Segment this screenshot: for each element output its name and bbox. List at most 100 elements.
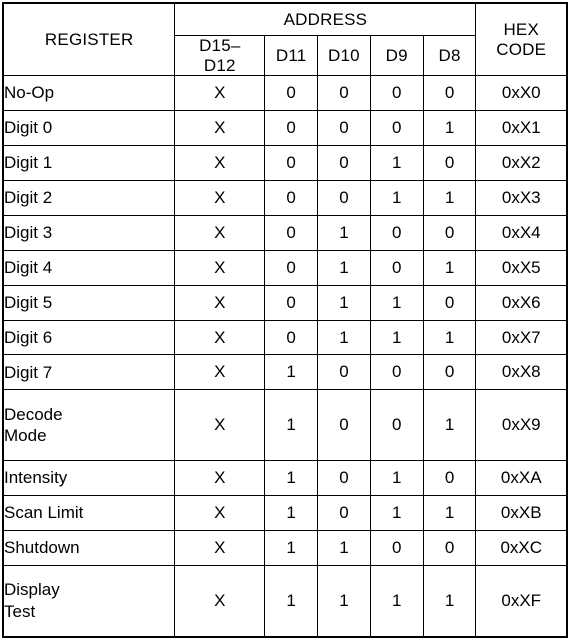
cell-bit-d11: 0 — [264, 75, 319, 112]
cell-bit-d10: 0 — [317, 460, 371, 497]
column-header-bit-d10: D10 — [317, 34, 371, 77]
cell-bit-d15-d12: X — [174, 460, 266, 497]
table-row: Digit 1 X 0 0 1 0 0xX2 — [2, 144, 568, 181]
cell-bit-d10: 0 — [317, 495, 371, 532]
cell-bit-d11: 1 — [264, 460, 319, 497]
cell-bit-d11: 1 — [264, 354, 319, 391]
cell-hex-code: 0xX6 — [475, 284, 568, 321]
cell-bit-d11: 1 — [264, 530, 319, 567]
cell-hex-code: 0xXA — [475, 460, 568, 497]
cell-bit-d11: 0 — [264, 110, 319, 146]
cell-bit-d8: 1 — [422, 110, 477, 146]
cell-bit-d15-d12: X — [174, 389, 266, 462]
cell-bit-d9: 0 — [369, 75, 424, 112]
cell-bit-d9: 1 — [369, 144, 424, 181]
cell-bit-d11: 0 — [264, 319, 319, 356]
cell-bit-d8: 1 — [422, 249, 477, 286]
cell-bit-d11: 0 — [264, 249, 319, 286]
cell-register-name: Scan Limit — [2, 495, 176, 532]
cell-bit-d8: 1 — [422, 495, 477, 532]
column-header-bit-d9: D9 — [369, 34, 424, 77]
table-row: Digit 2 X 0 0 1 1 0xX3 — [2, 179, 568, 216]
cell-bit-d9: 1 — [369, 495, 424, 532]
cell-hex-code: 0xX2 — [475, 144, 568, 181]
cell-bit-d9: 1 — [369, 284, 424, 321]
table-row: Digit 6 X 0 1 1 1 0xX7 — [2, 319, 568, 356]
cell-register-name: Shutdown — [2, 530, 176, 567]
cell-bit-d9: 0 — [369, 249, 424, 286]
cell-bit-d9: 0 — [369, 389, 424, 462]
table-row: Decode Mode X 1 0 0 1 0xX9 — [2, 389, 568, 462]
cell-bit-d11: 0 — [264, 284, 319, 321]
cell-bit-d11: 1 — [264, 495, 319, 532]
table-row: Intensity X 1 0 1 0 0xXA — [2, 460, 568, 497]
cell-bit-d15-d12: X — [174, 214, 266, 251]
cell-bit-d11: 0 — [264, 214, 319, 251]
table-row: No-Op X 0 0 0 0 0xX0 — [2, 75, 568, 112]
cell-bit-d9: 0 — [369, 530, 424, 567]
cell-bit-d9: 1 — [369, 179, 424, 216]
table-row: Digit 4 X 0 1 0 1 0xX5 — [2, 249, 568, 286]
cell-bit-d9: 0 — [369, 214, 424, 251]
cell-hex-code: 0xXF — [475, 565, 568, 638]
table-row: Display Test X 1 1 1 1 0xXF — [2, 565, 568, 638]
cell-bit-d10: 1 — [317, 249, 371, 286]
table-row: Scan Limit X 1 0 1 1 0xXB — [2, 495, 568, 532]
cell-register-name: Digit 0 — [2, 110, 176, 146]
cell-bit-d10: 0 — [317, 179, 371, 216]
column-header-register: REGISTER — [2, 2, 176, 77]
cell-hex-code: 0xX7 — [475, 319, 568, 356]
column-header-bit-d15-d12: D15– D12 — [174, 34, 266, 77]
cell-hex-code: 0xX8 — [475, 354, 568, 391]
cell-bit-d15-d12: X — [174, 354, 266, 391]
cell-bit-d10: 0 — [317, 389, 371, 462]
cell-register-name: Digit 7 — [2, 354, 176, 391]
cell-register-name: No-Op — [2, 75, 176, 112]
cell-bit-d10: 1 — [317, 284, 371, 321]
cell-bit-d8: 1 — [422, 565, 477, 638]
cell-register-name: Display Test — [2, 565, 176, 638]
cell-bit-d15-d12: X — [174, 565, 266, 638]
column-header-bit-d11: D11 — [264, 34, 319, 77]
cell-bit-d10: 1 — [317, 565, 371, 638]
register-address-table-container: REGISTER ADDRESS HEX CODE D15– D12 D11 D… — [2, 2, 568, 638]
cell-register-name: Digit 5 — [2, 284, 176, 321]
register-address-table: REGISTER ADDRESS HEX CODE D15– D12 D11 D… — [2, 2, 568, 638]
column-header-address-group: ADDRESS — [174, 2, 477, 36]
cell-hex-code: 0xX5 — [475, 249, 568, 286]
cell-bit-d11: 1 — [264, 565, 319, 638]
cell-register-name: Digit 4 — [2, 249, 176, 286]
cell-hex-code: 0xX4 — [475, 214, 568, 251]
cell-bit-d10: 0 — [317, 144, 371, 181]
cell-hex-code: 0xX3 — [475, 179, 568, 216]
cell-bit-d10: 1 — [317, 214, 371, 251]
cell-bit-d15-d12: X — [174, 319, 266, 356]
table-body: No-Op X 0 0 0 0 0xX0 Digit 0 X 0 0 0 1 0xX1 Digit 1X00… — [2, 75, 568, 638]
table-row: Digit 0 X 0 0 0 1 0xX1 — [2, 110, 568, 146]
cell-bit-d9: 0 — [369, 110, 424, 146]
cell-bit-d9: 1 — [369, 460, 424, 497]
cell-register-name: Digit 2 — [2, 179, 176, 216]
table-row: Digit 7 X 1 0 0 0 0xX8 — [2, 354, 568, 391]
cell-bit-d8: 0 — [422, 460, 477, 497]
cell-register-name: Digit 1 — [2, 144, 176, 181]
cell-hex-code: 0xX9 — [475, 389, 568, 462]
table-row: Digit 3 X 0 1 0 0 0xX4 — [2, 214, 568, 251]
cell-register-name: Digit 3 — [2, 214, 176, 251]
column-header-bit-d8: D8 — [422, 34, 477, 77]
cell-hex-code: 0xX1 — [475, 110, 568, 146]
cell-bit-d8: 0 — [422, 214, 477, 251]
table-header: REGISTER ADDRESS HEX CODE D15– D12 D11 D… — [2, 2, 568, 77]
cell-register-name: Decode Mode — [2, 389, 176, 462]
cell-bit-d9: 0 — [369, 354, 424, 391]
cell-bit-d8: 0 — [422, 144, 477, 181]
cell-bit-d15-d12: X — [174, 110, 266, 146]
cell-register-name: Intensity — [2, 460, 176, 497]
cell-bit-d8: 1 — [422, 179, 477, 216]
cell-bit-d15-d12: X — [174, 179, 266, 216]
table-row: Digit 5 X 0 1 1 0 0xX6 — [2, 284, 568, 321]
cell-bit-d11: 1 — [264, 389, 319, 462]
cell-bit-d15-d12: X — [174, 530, 266, 567]
cell-bit-d10: 0 — [317, 75, 371, 112]
cell-bit-d15-d12: X — [174, 495, 266, 532]
